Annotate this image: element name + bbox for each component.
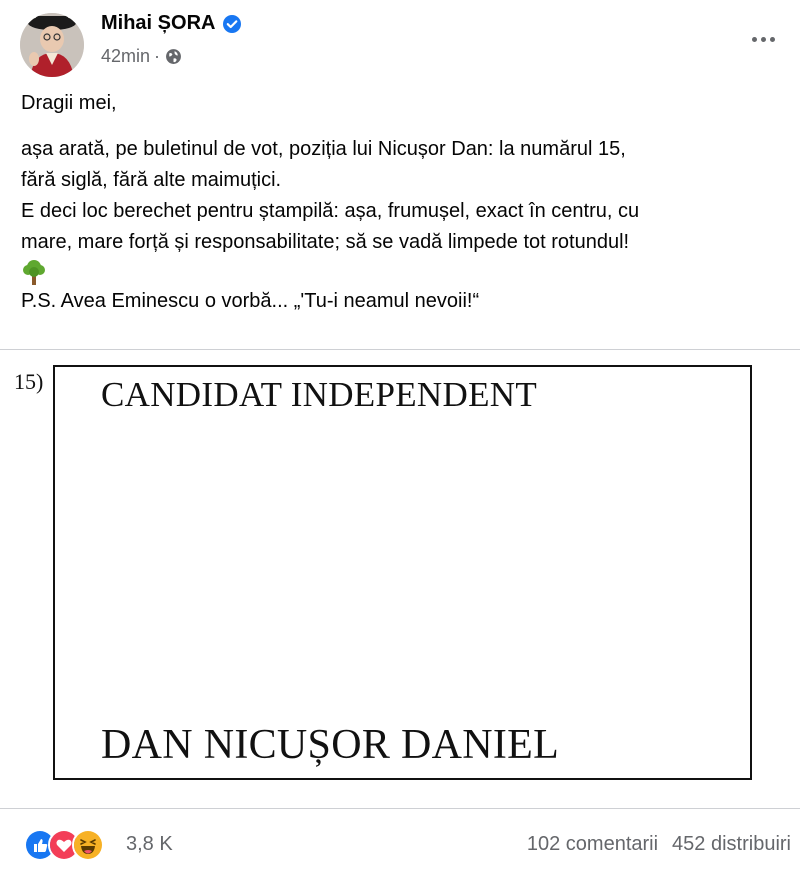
ballot-candidate: DAN NICUȘOR DANIEL [101,722,560,768]
post-time[interactable]: 42min [101,46,150,67]
ballot-header: CANDIDAT INDEPENDENT [101,375,538,414]
post-meta: 42min · [101,46,182,67]
author-name-text[interactable]: Mihai ȘORA [101,12,215,35]
haha-reaction-icon [72,829,104,861]
post-image[interactable]: 15) CANDIDAT INDEPENDENT DAN NICUȘOR DAN… [0,349,800,809]
post-body: Dragii mei, așa arată, pe buletinul de v… [21,88,791,317]
author-name[interactable]: Mihai ȘORA [101,12,242,35]
globe-icon[interactable] [165,48,182,65]
reaction-count[interactable]: 3,8 K [126,833,173,856]
post-line-2: fără siglă, fără alte maimuțici. [21,169,282,191]
shares-count[interactable]: 452 distribuiri [672,833,791,856]
more-options-icon[interactable] [748,24,778,54]
avatar[interactable] [20,13,84,77]
post-stats: 102 comentarii 452 distribuiri [527,833,791,856]
comments-count[interactable]: 102 comentarii [527,833,658,856]
verified-badge-icon [222,14,242,34]
post-greeting: Dragii mei, [21,92,117,114]
post-ps: P.S. Avea Eminescu o vorbă... „'Tu-i nea… [21,290,480,312]
ballot-number: 15) [14,369,44,394]
post-footer: 3,8 K 102 comentarii 452 distribuiri [0,820,800,870]
post-line-1: așa arată, pe buletinul de vot, poziția … [21,138,626,160]
tree-emoji-icon [21,258,47,286]
post-header: Mihai ȘORA 42min · [0,0,800,80]
post-line-3: E deci loc berechet pentru ștampilă: așa… [21,200,640,222]
reactions-summary[interactable] [24,829,104,861]
meta-separator: · [154,46,161,66]
ballot-box: CANDIDAT INDEPENDENT DAN NICUȘOR DANIEL [53,365,752,780]
post-line-4: mare, mare forță și responsabilitate; să… [21,231,630,253]
